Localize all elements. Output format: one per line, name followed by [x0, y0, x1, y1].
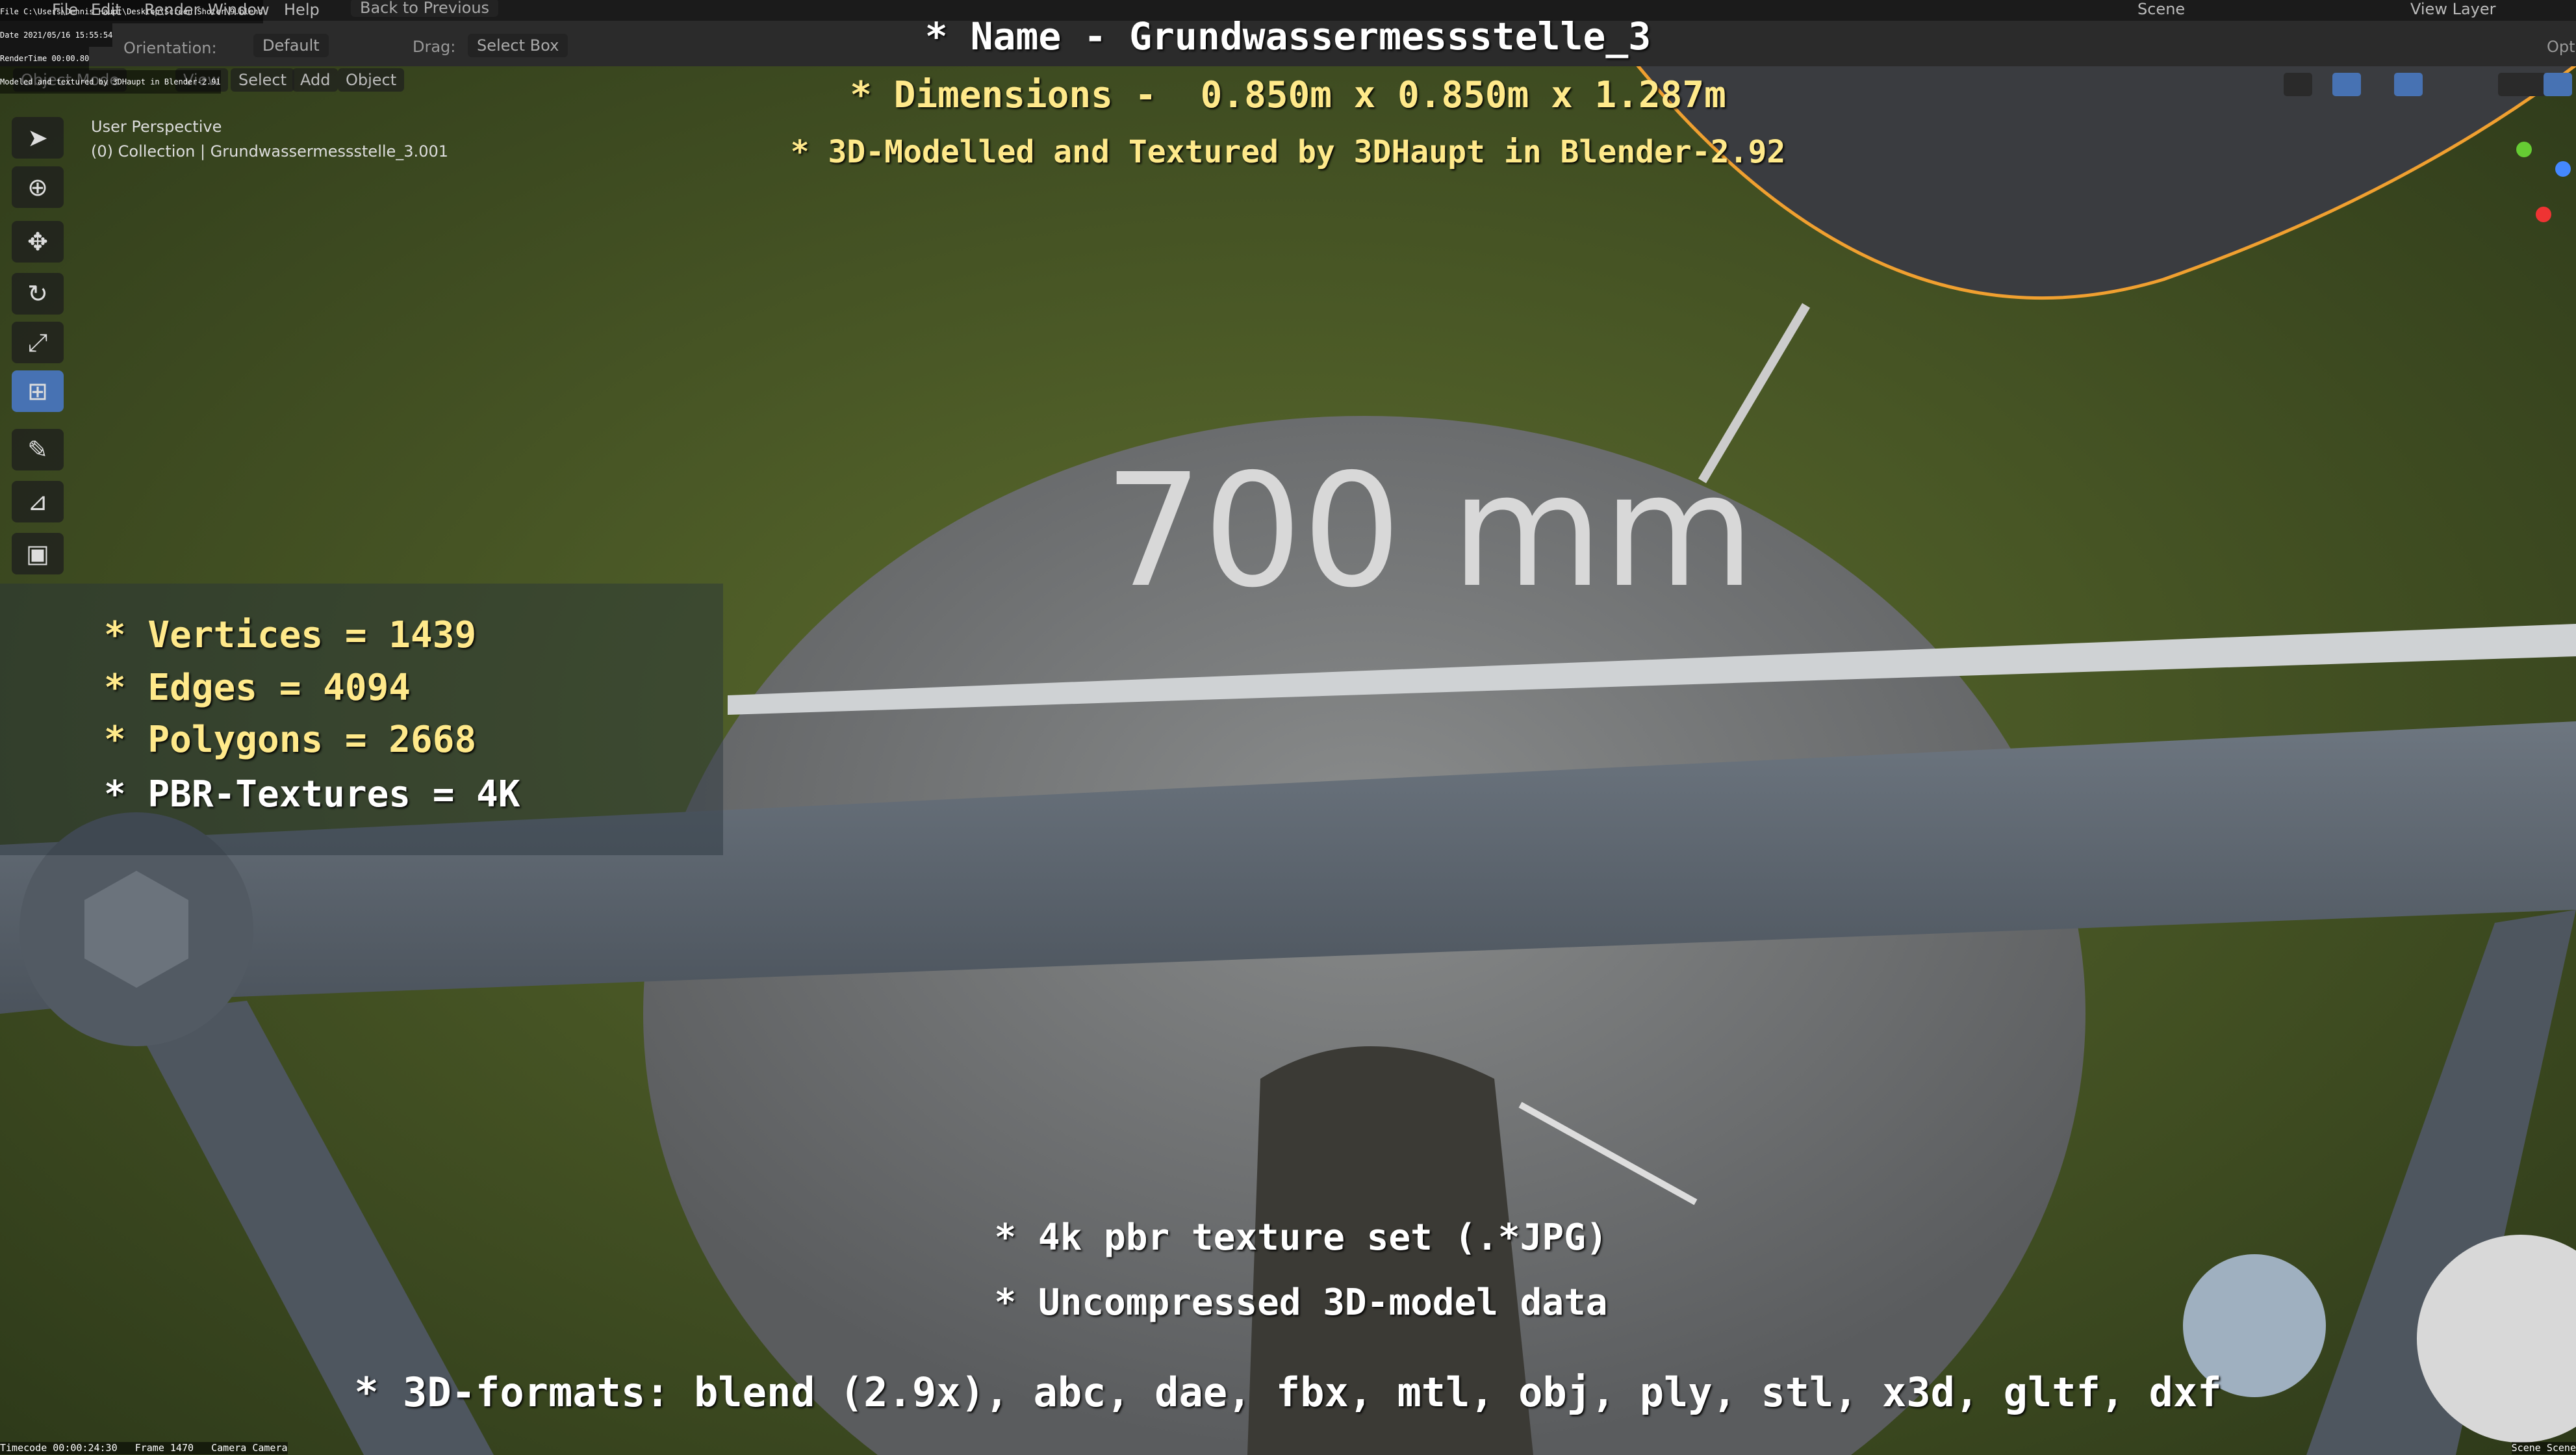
move-tool-icon[interactable]: ✥	[12, 221, 64, 263]
meta-rendertime: RenderTime 00:00.80	[0, 47, 90, 70]
meta-credit: Modeled and textured by 3DHaupt in Blend…	[0, 70, 221, 94]
stat-edges: * Edges = 4094	[104, 667, 411, 709]
annotate-tool-icon[interactable]: ✎	[12, 429, 64, 470]
transform-tool-icon[interactable]: ⊞	[12, 370, 64, 412]
scale-tool-icon[interactable]: ⤢	[12, 322, 64, 363]
add-cube-tool-icon[interactable]: ▣	[12, 533, 64, 574]
uncompressed-note: * Uncompressed 3D-model data	[994, 1281, 1608, 1324]
measure-tool-icon[interactable]: ⊿	[12, 481, 64, 522]
model-credit: * 3D-Modelled and Textured by 3DHaupt in…	[790, 134, 1786, 170]
menu-edit[interactable]: Edit	[91, 0, 121, 19]
menu-help[interactable]: Help	[284, 0, 320, 19]
stat-textures: * PBR-Textures = 4K	[104, 773, 520, 816]
stat-vertices: * Vertices = 1439	[104, 614, 477, 656]
footer-metadata: Timecode 00:00:24:30 Frame 1470 Camera C…	[0, 1442, 288, 1454]
dimension-label: 700 mm	[1104, 440, 1755, 622]
formats-note: * 3D-formats: blend (2.9x), abc, dae, fb…	[354, 1369, 2222, 1416]
menu-window[interactable]: Window	[208, 0, 270, 19]
model-name: * Name - Grundwassermessstelle_3	[925, 14, 1651, 58]
menu-file[interactable]: File	[52, 0, 78, 19]
cursor-tool-icon[interactable]: ⊕	[12, 166, 64, 208]
texture-note: * 4k pbr texture set (.*JPG)	[994, 1217, 1608, 1259]
model-dimensions: * Dimensions - 0.850m x 0.850m x 1.287m	[850, 74, 1726, 116]
rotate-tool-icon[interactable]: ↻	[12, 273, 64, 315]
meta-date: Date 2021/05/16 15:55:54	[0, 23, 113, 47]
footer-scene: Scene Scene	[2511, 1442, 2576, 1454]
stat-polygons: * Polygons = 2668	[104, 719, 477, 761]
menu-render[interactable]: Render	[144, 0, 199, 19]
